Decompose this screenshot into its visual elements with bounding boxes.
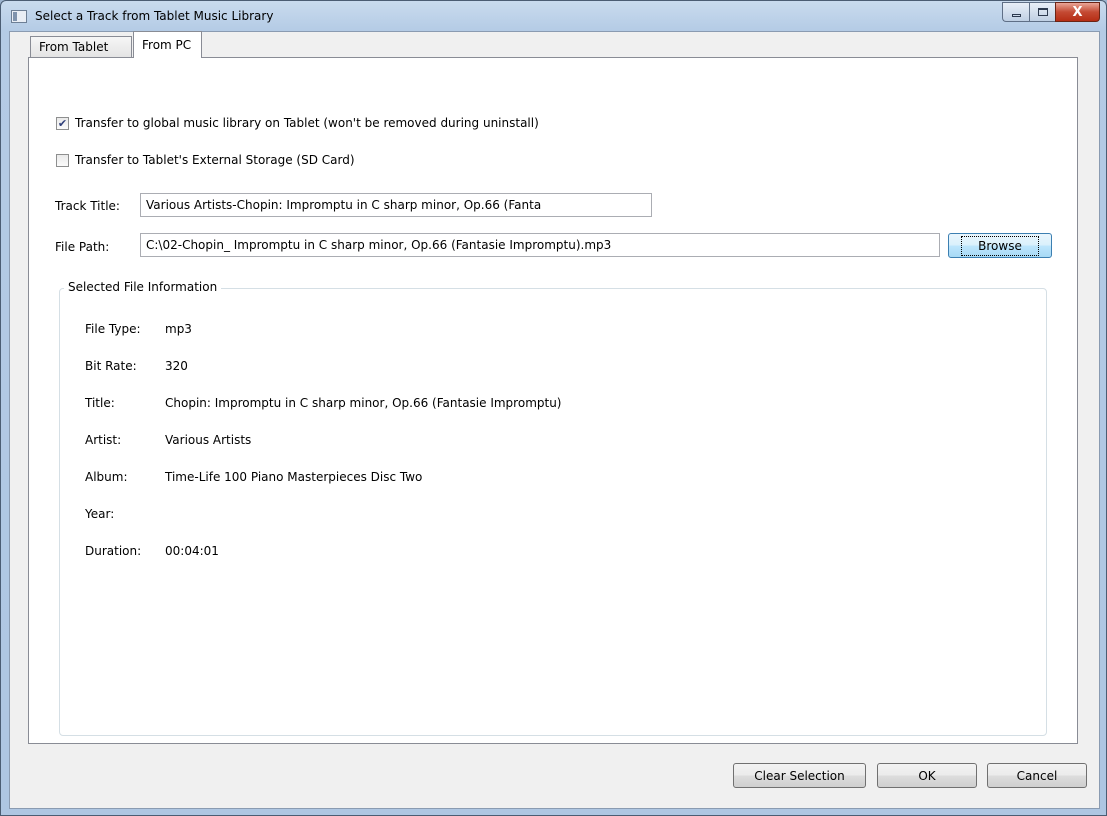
minimize-button[interactable] bbox=[1002, 2, 1029, 22]
close-button[interactable]: X bbox=[1055, 2, 1100, 22]
track-title-value: Various Artists-Chopin: Impromptu in C s… bbox=[146, 198, 542, 212]
maximize-button[interactable] bbox=[1029, 2, 1055, 22]
maximize-icon bbox=[1037, 8, 1048, 16]
ok-label: OK bbox=[918, 768, 936, 783]
global-library-option[interactable]: ✔ Transfer to global music library on Ta… bbox=[56, 116, 539, 130]
file-info-group-title: Selected File Information bbox=[64, 280, 222, 294]
cancel-button[interactable]: Cancel bbox=[987, 763, 1087, 788]
album-label: Album: bbox=[85, 470, 128, 484]
tab-label: From Tablet bbox=[39, 40, 109, 54]
duration-value: 00:04:01 bbox=[165, 544, 219, 558]
file-path-value: C:\02-Chopin_ Impromptu in C sharp minor… bbox=[146, 238, 612, 252]
track-title-label: Track Title: bbox=[55, 199, 120, 213]
global-library-label: Transfer to global music library on Tabl… bbox=[75, 116, 539, 130]
title-value: Chopin: Impromptu in C sharp minor, Op.6… bbox=[165, 396, 562, 410]
app-window-icon bbox=[11, 10, 27, 23]
artist-label: Artist: bbox=[85, 433, 122, 447]
close-icon: X bbox=[1072, 4, 1083, 20]
file-info-group bbox=[59, 288, 1047, 736]
window-title: Select a Track from Tablet Music Library bbox=[35, 9, 274, 23]
duration-label: Duration: bbox=[85, 544, 142, 558]
clear-selection-label: Clear Selection bbox=[754, 768, 845, 783]
year-label: Year: bbox=[85, 507, 115, 521]
ok-button[interactable]: OK bbox=[877, 763, 977, 788]
file-type-label: File Type: bbox=[85, 322, 141, 336]
file-path-input[interactable]: C:\02-Chopin_ Impromptu in C sharp minor… bbox=[140, 233, 940, 257]
title-label: Title: bbox=[85, 396, 115, 410]
checkmark-icon: ✔ bbox=[57, 116, 68, 130]
album-value: Time-Life 100 Piano Masterpieces Disc Tw… bbox=[165, 470, 423, 484]
file-type-value: mp3 bbox=[165, 322, 192, 336]
browse-button[interactable]: Browse bbox=[948, 233, 1052, 258]
external-storage-option[interactable]: Transfer to Tablet's External Storage (S… bbox=[56, 153, 355, 167]
browse-label: Browse bbox=[961, 235, 1039, 256]
global-library-checkbox[interactable]: ✔ bbox=[56, 116, 69, 130]
file-path-label: File Path: bbox=[55, 240, 110, 254]
track-title-input[interactable]: Various Artists-Chopin: Impromptu in C s… bbox=[140, 193, 652, 217]
tab-from-tablet[interactable]: From Tablet bbox=[30, 36, 132, 57]
external-storage-label: Transfer to Tablet's External Storage (S… bbox=[75, 153, 355, 167]
clear-selection-button[interactable]: Clear Selection bbox=[733, 763, 866, 788]
minimize-icon bbox=[1011, 13, 1021, 17]
caption-buttons: X bbox=[1002, 2, 1100, 22]
bit-rate-value: 320 bbox=[165, 359, 188, 373]
tab-from-pc[interactable]: From PC bbox=[133, 31, 202, 58]
artist-value: Various Artists bbox=[165, 433, 252, 447]
cancel-label: Cancel bbox=[1016, 768, 1058, 783]
external-storage-checkbox[interactable] bbox=[56, 153, 69, 167]
title-bar[interactable]: Select a Track from Tablet Music Library… bbox=[1, 1, 1106, 31]
bit-rate-label: Bit Rate: bbox=[85, 359, 137, 373]
tab-label: From PC bbox=[142, 38, 192, 52]
